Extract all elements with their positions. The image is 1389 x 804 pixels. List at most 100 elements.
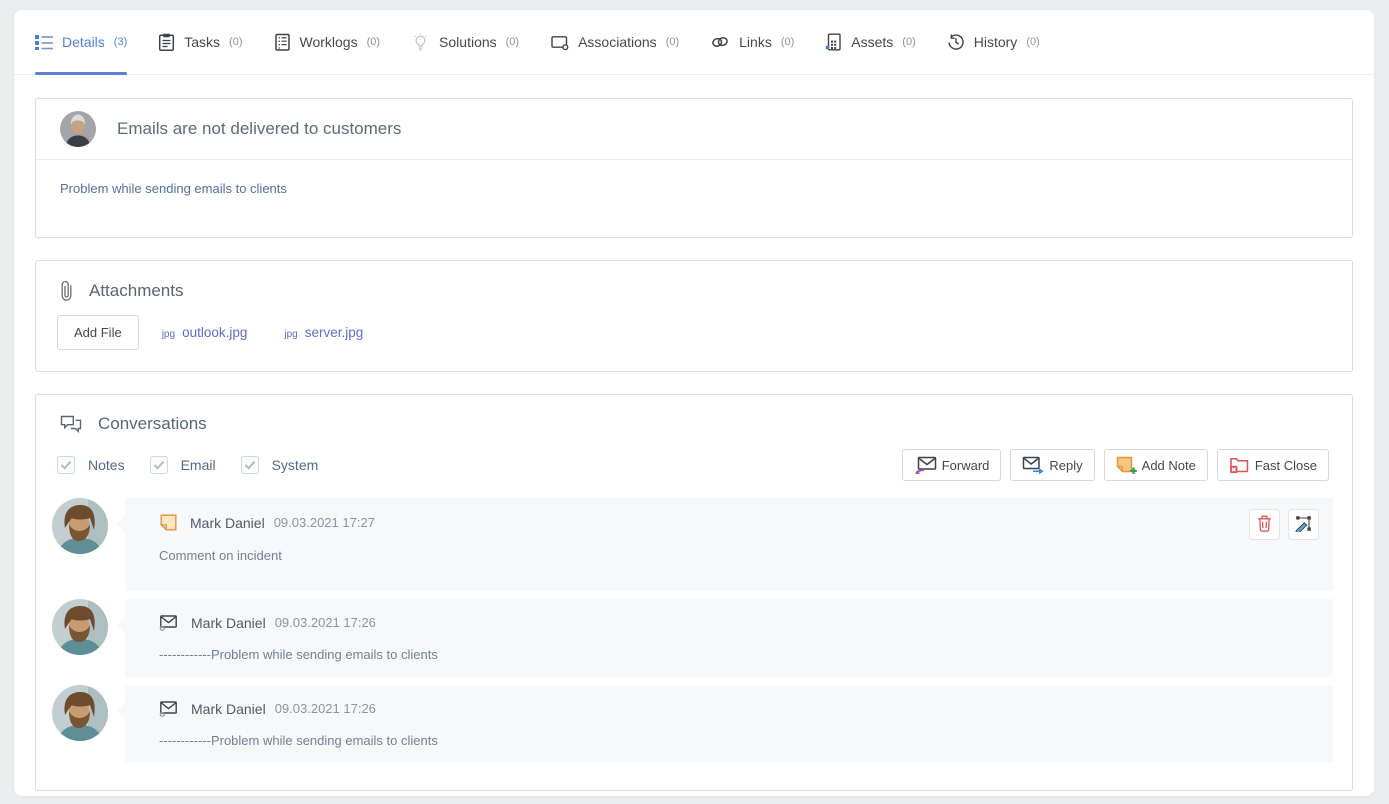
requester-avatar	[60, 111, 96, 147]
file-type-badge: jpg	[162, 329, 175, 340]
tab-history[interactable]: History (0)	[947, 10, 1040, 74]
file-name: server.jpg	[305, 325, 364, 340]
conversation-body: Comment on incident	[159, 548, 1319, 563]
conversation-bubble: Mark Daniel 09.03.2021 17:26 ------------P…	[125, 599, 1333, 677]
chat-icon	[60, 415, 82, 433]
tasks-icon	[158, 33, 175, 51]
fast-close-icon	[1229, 456, 1250, 474]
author-avatar	[52, 599, 108, 655]
add-file-button[interactable]: Add File	[57, 315, 139, 350]
tab-count: (0)	[781, 36, 794, 48]
tab-count: (0)	[1026, 36, 1039, 48]
attachment-link[interactable]: jpg server.jpg	[284, 325, 363, 340]
action-label: Add Note	[1142, 458, 1196, 473]
tab-count: (0)	[506, 36, 519, 48]
tab-label: Details	[62, 34, 105, 50]
action-label: Forward	[942, 458, 990, 473]
conversation-list: Mark Daniel 09.03.2021 17:27 Comment on in…	[36, 498, 1352, 763]
assets-icon	[825, 33, 842, 51]
tab-assets[interactable]: Assets (0)	[825, 10, 915, 74]
tab-tasks[interactable]: Tasks(0)	[158, 10, 242, 74]
timestamp: 09.03.2021 17:27	[274, 515, 375, 530]
action-label: Fast Close	[1255, 458, 1317, 473]
attachments-header-row: Attachments	[36, 261, 1352, 302]
attachments-row: Add File jpg outlook.jpg jpg server.jpg	[36, 302, 1352, 350]
delete-conversation-button[interactable]	[1249, 509, 1280, 540]
conversation-entry: Mark Daniel 09.03.2021 17:26 ------------P…	[52, 599, 1333, 677]
action-label: Reply	[1049, 458, 1082, 473]
ticket-title: Emails are not delivered to customers	[117, 119, 401, 139]
tab-links[interactable]: Links (0)	[710, 10, 794, 74]
filter-notes[interactable]: Notes	[57, 456, 125, 474]
attachments-card: Attachments Add File jpgoutlook.jpgjpgse…	[35, 260, 1353, 372]
filter-label: Email	[181, 457, 216, 473]
tab-label: Links	[739, 34, 772, 50]
ticket-detail-panel: Details(3) Tasks(0) Worklogs (0) Solutions (0…	[14, 10, 1374, 796]
paperclip-icon	[60, 280, 73, 302]
ticket-header: Emails are not delivered to customers	[36, 99, 1352, 159]
edit-icon	[1295, 515, 1312, 535]
tab-bar: Details(3) Tasks(0) Worklogs (0) Solutions (0…	[14, 10, 1374, 75]
tab-label: Worklogs	[300, 34, 358, 50]
solutions-icon	[411, 33, 430, 52]
conversation-header: Mark Daniel 09.03.2021 17:26	[159, 614, 1319, 631]
conversation-bubble: Mark Daniel 09.03.2021 17:26 ------------P…	[125, 685, 1333, 763]
filter-email[interactable]: Email	[150, 456, 216, 474]
email-icon	[159, 700, 179, 717]
attachment-link[interactable]: jpg outlook.jpg	[162, 325, 248, 340]
author-avatar	[52, 498, 108, 554]
tab-count: (0)	[367, 36, 380, 48]
tab-worklogs[interactable]: Worklogs (0)	[274, 10, 381, 74]
conversations-toolbar: Notes Email System Forward Reply Add Note Fas…	[36, 434, 1352, 481]
tab-count: (0)	[229, 36, 242, 48]
tab-count: (0)	[902, 36, 915, 48]
filter-label: Notes	[88, 457, 125, 473]
tab-label: Assets	[851, 34, 893, 50]
forward-icon	[914, 456, 937, 475]
edit-conversation-button[interactable]	[1288, 509, 1319, 540]
conversation-entry: Mark Daniel 09.03.2021 17:26 ------------P…	[52, 685, 1333, 763]
tab-label: Solutions	[439, 34, 497, 50]
tab-label: Associations	[578, 34, 657, 50]
reply-icon	[1022, 456, 1044, 474]
checkbox-checked-icon[interactable]	[150, 456, 168, 474]
tab-solutions[interactable]: Solutions (0)	[411, 10, 519, 74]
timestamp: 09.03.2021 17:26	[275, 615, 376, 630]
conversation-filters: Notes Email System	[57, 456, 318, 474]
file-name: outlook.jpg	[182, 325, 247, 340]
timestamp: 09.03.2021 17:26	[275, 701, 376, 716]
reply-button[interactable]: Reply	[1010, 449, 1094, 481]
add-note-button[interactable]: Add Note	[1104, 449, 1208, 481]
tab-label: History	[974, 34, 1018, 50]
checkbox-checked-icon[interactable]	[241, 456, 259, 474]
tab-associations[interactable]: Associations (0)	[550, 10, 679, 74]
conversations-header-row: Conversations	[36, 395, 1352, 434]
add-note-icon	[1116, 456, 1137, 475]
ticket-summary-card: Emails are not delivered to customers Pr…	[35, 98, 1353, 238]
author-name: Mark Daniel	[191, 615, 266, 631]
tab-count: (0)	[666, 36, 679, 48]
history-icon	[947, 33, 965, 51]
author-name: Mark Daniel	[190, 515, 265, 531]
worklogs-icon	[274, 33, 291, 51]
trash-icon	[1257, 515, 1272, 535]
forward-button[interactable]: Forward	[902, 449, 1002, 481]
conversation-body: ------------Problem while sending emails…	[159, 733, 1319, 748]
checkbox-checked-icon[interactable]	[57, 456, 75, 474]
author-avatar	[52, 685, 108, 741]
attachment-list: jpg outlook.jpg jpg server.jpg	[162, 325, 364, 340]
author-name: Mark Daniel	[191, 701, 266, 717]
conversation-header: Mark Daniel 09.03.2021 17:26	[159, 700, 1319, 717]
conversation-body: ------------Problem while sending emails…	[159, 647, 1319, 662]
ticket-description: Problem while sending emails to clients	[60, 181, 1328, 196]
filter-system[interactable]: System	[241, 456, 319, 474]
attachments-header: Attachments	[89, 281, 184, 301]
entry-actions	[1249, 509, 1319, 540]
conversation-bubble: Mark Daniel 09.03.2021 17:27 Comment on in…	[125, 498, 1333, 591]
tab-details[interactable]: Details(3)	[35, 10, 127, 74]
fast-close-button[interactable]: Fast Close	[1217, 449, 1329, 481]
file-type-badge: jpg	[284, 329, 297, 340]
filter-label: System	[272, 457, 319, 473]
details-icon	[35, 34, 53, 50]
conversations-card: Conversations Notes Email System Forward Re…	[35, 394, 1353, 791]
